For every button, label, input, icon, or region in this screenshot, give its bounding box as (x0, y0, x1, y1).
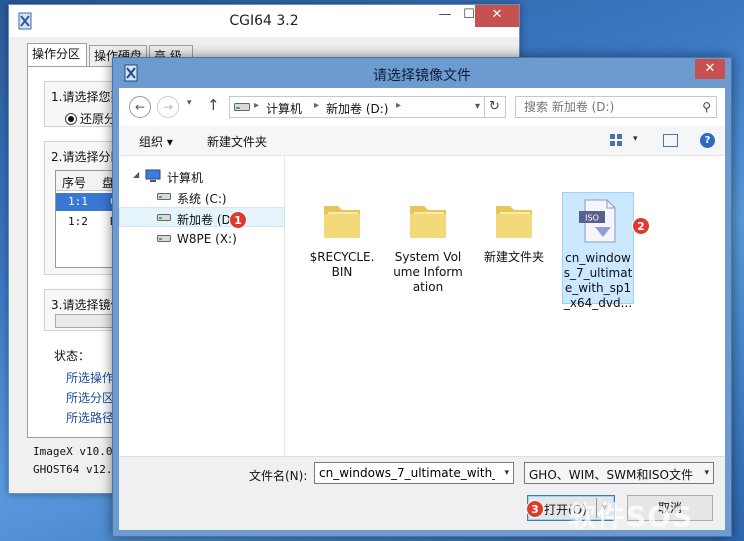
tree-item-computer[interactable]: ◢ 计算机 (119, 166, 285, 186)
help-icon[interactable]: ? (700, 133, 715, 148)
tree-label-computer: 计算机 (167, 171, 204, 185)
tree-item-drive-d[interactable]: 新加卷 (D:) (119, 207, 285, 227)
minimize-button[interactable]: — (433, 5, 457, 27)
folder-icon (496, 206, 532, 238)
column-index[interactable]: 序号 (62, 174, 86, 191)
step-marker-1: 1 (229, 211, 247, 229)
drive-icon (157, 235, 171, 242)
navigation-bar: ← → ▾ ↑ ▸ 计算机 ▸ 新加卷 (D:) ▸ ▾ ↻ ⚲ (119, 88, 725, 126)
drive-icon (157, 214, 171, 221)
iso-file-icon: ISO (579, 199, 616, 243)
address-dropdown-icon[interactable]: ▾ (475, 101, 480, 112)
cgi64-titlebar[interactable]: CGI64 3.2 — ☐ ✕ (9, 5, 519, 37)
tree-label-drive-x: W8PE (X:) (177, 232, 237, 246)
imagex-version: ImageX v10.0. (33, 445, 120, 458)
file-name: System Volume Information (393, 250, 463, 294)
tab-partition[interactable]: 操作分区 (27, 43, 87, 67)
restore-radio[interactable]: 还原分 (65, 110, 116, 127)
computer-icon (145, 169, 161, 182)
organize-button[interactable]: 组织 ▾ (139, 133, 173, 150)
tree-item-drive-c[interactable]: 系统 (C:) (119, 187, 285, 207)
watermark: 软件SOS (568, 500, 694, 533)
address-separator-icon[interactable]: ▸ (396, 100, 401, 111)
dialog-titlebar[interactable]: 请选择镜像文件 ✕ (113, 58, 731, 88)
status-title: 状态： (54, 349, 91, 363)
filetype-dropdown-icon[interactable]: ▾ (704, 468, 709, 478)
file-item-iso[interactable]: ISO cn_windows_7_ultimate_with_sp1_x64_d… (562, 192, 634, 310)
filename-input[interactable] (315, 463, 495, 483)
search-box: ⚲ (515, 96, 717, 118)
address-segment-computer[interactable]: 计算机 (266, 100, 302, 117)
close-button[interactable]: ✕ (475, 5, 519, 27)
file-name: 新建文件夹 (483, 250, 544, 264)
filetype-value: GHO、WIM、SWM和ISO文件 (529, 468, 693, 482)
back-button[interactable]: ← (129, 96, 151, 118)
search-icon[interactable]: ⚲ (702, 100, 711, 114)
address-separator-icon[interactable]: ▸ (254, 100, 259, 111)
address-separator-icon[interactable]: ▸ (314, 100, 319, 111)
refresh-button[interactable]: ↻ (484, 96, 506, 118)
status-path: 所选路径/ (66, 411, 119, 425)
recent-locations-dropdown[interactable]: ▾ (187, 98, 192, 108)
preview-pane-icon[interactable] (663, 134, 678, 147)
dialog-title: 请选择镜像文件 (373, 68, 471, 84)
expand-arrow-icon[interactable]: ◢ (133, 170, 139, 179)
new-folder-button[interactable]: 新建文件夹 (207, 133, 267, 150)
drive-icon (157, 193, 171, 200)
drive-icon (234, 103, 250, 111)
up-button[interactable]: ↑ (207, 96, 220, 114)
row-index: 1:2 (68, 215, 88, 228)
filename-combobox: ▾ (314, 462, 514, 484)
address-bar[interactable]: ▸ 计算机 ▸ 新加卷 (D:) ▸ ▾ (229, 96, 485, 118)
restore-radio-label: 还原分 (80, 112, 117, 126)
command-toolbar: 组织 ▾ 新建文件夹 ▾ ? (119, 126, 725, 156)
tree-item-drive-x[interactable]: W8PE (X:) (119, 229, 285, 249)
radio-selected-icon[interactable] (65, 113, 77, 125)
change-view-icon[interactable] (609, 133, 623, 147)
file-name: $RECYCLE.BIN (309, 250, 375, 279)
filetype-select[interactable]: GHO、WIM、SWM和ISO文件 ▾ (524, 462, 714, 484)
file-item-new-folder[interactable]: 新建文件夹 (478, 192, 550, 304)
step-marker-3: 3 (526, 500, 544, 518)
file-item-recycle-bin[interactable]: $RECYCLE.BIN (306, 192, 378, 304)
tree-label-drive-c: 系统 (C:) (177, 192, 227, 206)
view-dropdown-icon[interactable]: ▾ (633, 134, 638, 144)
dialog-body: ← → ▾ ↑ ▸ 计算机 ▸ 新加卷 (D:) ▸ ▾ ↻ ⚲ (119, 88, 725, 530)
step-marker-2: 2 (632, 217, 650, 235)
file-name: cn_windows_7_ultimate_with_sp1_x64_dvd..… (563, 251, 633, 310)
iso-badge-text: ISO (585, 214, 599, 223)
open-file-dialog: 请选择镜像文件 ✕ ← → ▾ ↑ ▸ 计算机 ▸ 新加卷 (D:) ▸ ▾ ↻ (112, 57, 732, 537)
address-segment-drive[interactable]: 新加卷 (D:) (326, 100, 388, 117)
search-input[interactable] (516, 97, 696, 117)
navigation-pane: ◢ 计算机 系统 (C:) 新加卷 (D:) W8PE (X:) (119, 156, 285, 456)
dialog-close-button[interactable]: ✕ (695, 59, 725, 79)
file-item-system-volume-information[interactable]: System Volume Information (392, 192, 464, 304)
filename-dropdown-icon[interactable]: ▾ (504, 468, 509, 478)
file-list-pane: $RECYCLE.BIN System Volume Information 新… (286, 156, 725, 456)
folder-icon (324, 206, 360, 238)
folder-icon (410, 206, 446, 238)
row-index: 1:1 (68, 195, 88, 208)
ghost-version: GHOST64 v12.0 (33, 463, 120, 476)
forward-button[interactable]: → (157, 96, 179, 118)
filename-label: 文件名(N): (249, 469, 308, 483)
